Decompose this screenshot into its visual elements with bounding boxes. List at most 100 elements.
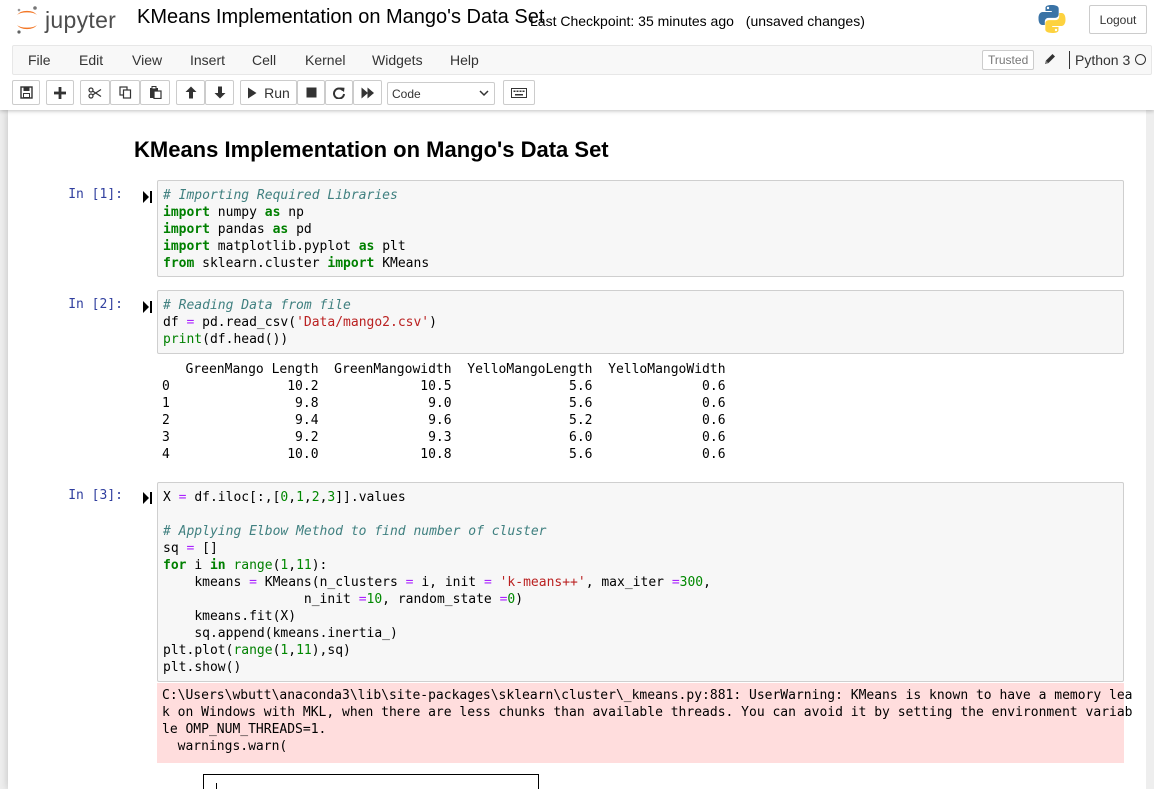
code-line: sq = [] [163,541,218,556]
code-line: X = df.iloc[:,[0,1,2,3]].values [163,490,406,505]
stop-icon [306,87,316,98]
code-line: from sklearn.cluster import KMeans [163,256,430,271]
menu-widgets[interactable]: Widgets [372,52,423,68]
menu-help[interactable]: Help [450,52,479,68]
menu-edit[interactable]: Edit [79,52,103,68]
code-line: for i in range(1,11): [163,558,328,573]
stderr-line: le OMP_NUM_THREADS=1. [162,722,327,737]
run-label: Run [264,84,290,101]
save-icon [19,86,33,99]
menu-kernel[interactable]: Kernel [305,52,345,68]
run-button[interactable]: Run [240,80,297,105]
arrow-up-icon [185,86,196,99]
command-palette-button[interactable] [503,80,535,105]
code-line: import matplotlib.pyplot as plt [163,239,406,254]
cell-type-select[interactable]: Code [387,82,495,105]
markdown-heading[interactable]: KMeans Implementation on Mango's Data Se… [134,137,609,163]
restart-kernel-button[interactable] [325,80,353,105]
stderr-line: C:\Users\wbutt\anaconda3\lib\site-packag… [162,688,1133,703]
logout-button[interactable]: Logout [1089,5,1147,34]
copy-icon [118,86,131,99]
run-cell-marker-icon[interactable] [142,299,154,315]
code-line: n_init =10, random_state =0) [303,592,524,607]
cell-1-input[interactable]: # Importing Required Libraries import num… [157,180,1124,277]
toolbar: Run Code [0,80,1154,108]
restart-icon [333,87,345,99]
play-icon [248,87,257,98]
arrow-down-icon [214,86,225,99]
stderr-line: warnings.warn( [162,739,288,754]
cell-3-stderr-output: C:\Users\wbutt\anaconda3\lib\site-packag… [157,683,1133,763]
cell-1-code[interactable]: # Importing Required Libraries import num… [158,181,1123,272]
paste-icon [149,86,162,99]
copy-button[interactable] [110,80,140,105]
output-line: GreenMango Length GreenMangowidth YelloM… [162,362,726,377]
code-line: plt.show() [163,660,242,675]
save-button[interactable] [12,80,40,105]
checkpoint-status: Last Checkpoint: 35 minutes ago (unsaved… [530,13,865,29]
cell-type-value: Code [392,86,421,101]
plus-icon [54,86,66,99]
menu-view[interactable]: View [132,52,162,68]
cell-3-code[interactable]: X = df.iloc[:,[0,1,2,3]].values # Applyi… [158,483,1123,676]
output-line: 4 10.0 10.8 5.6 0.6 [162,447,726,462]
move-up-button[interactable] [176,80,205,105]
code-line: # Reading Data from file [163,298,351,313]
output-line: 1 9.8 9.0 5.6 0.6 [162,396,726,411]
menu-file[interactable]: File [28,52,51,68]
cell-2-code[interactable]: # Reading Data from file df = pd.read_csv… [158,291,1123,348]
code-line: import pandas as pd [163,222,312,237]
trusted-badge[interactable]: Trusted [982,50,1035,70]
code-line: print(df.head()) [163,332,289,347]
insert-cell-button[interactable] [46,80,74,105]
keyboard-icon [511,87,527,98]
checkpoint-text: Last Checkpoint: 35 minutes ago [530,13,734,29]
code-line: kmeans.fit(X) [194,609,297,624]
kernel-separator [1069,51,1070,69]
menubar: File Edit View Insert Cell Kernel Widget… [12,45,1152,75]
cell-3-input[interactable]: X = df.iloc[:,[0,1,2,3]].values # Applyi… [157,482,1124,682]
code-line: sq.append(kmeans.inertia_) [194,626,398,641]
code-line: plt.plot(range(1,11),sq) [163,643,351,658]
code-line: # Applying Elbow Method to find number o… [163,524,547,539]
plot-axis-tick [216,783,217,789]
chevron-down-icon [479,90,489,97]
jupyter-logo-text: jupyter [45,6,117,33]
restart-run-all-button[interactable] [353,80,382,105]
menu-insert[interactable]: Insert [190,52,225,68]
jupyter-logo-icon [17,6,37,34]
kernel-name[interactable]: Python 3 [1075,52,1130,68]
notebook-page: KMeans Implementation on Mango's Data Se… [8,110,1146,789]
cell-2-output: GreenMango Length GreenMangowidth YelloM… [162,361,726,463]
jupyter-logo[interactable]: jupyter [14,4,116,36]
code-line: kmeans = KMeans(n_clusters = i, init = '… [194,575,711,590]
notebook-name[interactable]: KMeans Implementation on Mango's Data Se… [137,6,544,29]
stderr-line: k on Windows with MKL, when there are le… [162,705,1133,720]
python-logo-icon [1038,5,1066,33]
notebook-area: KMeans Implementation on Mango's Data Se… [0,110,1154,789]
output-line: 3 9.2 9.3 6.0 0.6 [162,430,726,445]
paste-button[interactable] [140,80,170,105]
output-line: 0 10.2 10.5 5.6 0.6 [162,379,726,394]
cut-button[interactable] [80,80,110,105]
run-cell-marker-icon[interactable] [142,490,154,506]
scissors-icon [88,86,102,99]
pencil-icon[interactable] [1043,52,1057,66]
autosave-status: (unsaved changes) [745,13,865,29]
cell-2-prompt: In [2]: [68,297,123,312]
move-down-button[interactable] [205,80,234,105]
code-line: # Importing Required Libraries [163,188,398,203]
elbow-plot-frame [203,774,539,789]
code-line: df = pd.read_csv('Data/mango2.csv') [163,315,437,330]
interrupt-kernel-button[interactable] [297,80,325,105]
cell-1-prompt: In [1]: [68,187,123,202]
menu-cell[interactable]: Cell [252,52,276,68]
output-line: 2 9.4 9.6 5.2 0.6 [162,413,726,428]
notebook-header: jupyter KMeans Implementation on Mango's… [0,0,1154,110]
kernel-idle-icon [1135,54,1146,65]
run-cell-marker-icon[interactable] [142,189,154,205]
fast-forward-icon [361,87,374,98]
code-line: import numpy as np [163,205,304,220]
scrollbar[interactable] [1146,110,1154,789]
cell-2-input[interactable]: # Reading Data from file df = pd.read_csv… [157,290,1124,354]
